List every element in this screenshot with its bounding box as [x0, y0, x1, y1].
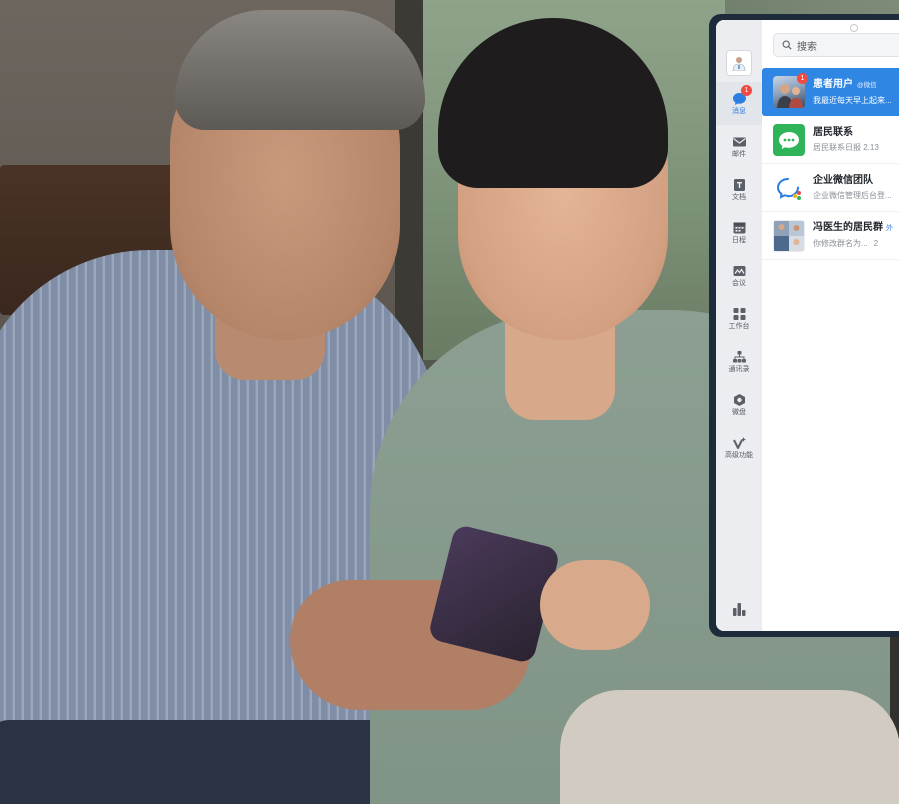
- sidebar-item-label: 邮件: [732, 150, 746, 158]
- sidebar-item-docs[interactable]: 文档: [716, 168, 762, 211]
- advanced-icon: [732, 436, 747, 450]
- conversation-title: 居民联系: [813, 126, 853, 138]
- sidebar-item-meeting[interactable]: 会议: [716, 254, 762, 297]
- wecom-app-window: 1 消息 邮件 文档 日程 会议 工作台 通讯录 微盘 高级功能 搜索 1 患者…: [716, 20, 899, 631]
- sidebar-item-contacts[interactable]: 通讯录: [716, 340, 762, 383]
- wecom-logo-icon: [776, 177, 801, 200]
- resident-contact-avatar: [773, 123, 805, 156]
- search-icon: [782, 40, 792, 50]
- search-placeholder: 搜索: [797, 41, 817, 53]
- conversation-item-wecom-team[interactable]: 企业微信团队 企业微信管理后台登...: [762, 164, 899, 212]
- conversation-title: 冯医生的居民群: [813, 222, 883, 233]
- sidebar-item-advanced[interactable]: 高级功能: [716, 426, 762, 469]
- conversation-preview: 企业微信管理后台登...: [813, 190, 892, 200]
- group-avatar: [773, 219, 805, 252]
- sidebar-item-label: 微盘: [732, 408, 746, 416]
- conversation-badge: 1: [797, 73, 808, 84]
- doctor-avatar-icon[interactable]: [726, 50, 752, 76]
- drive-icon: [732, 393, 747, 407]
- chat-icon: [779, 131, 799, 149]
- mail-icon: [732, 135, 747, 149]
- sidebar-item-label: 通讯录: [728, 365, 750, 373]
- meeting-icon: [732, 264, 747, 278]
- sidebar-item-workbench[interactable]: 工作台: [716, 297, 762, 340]
- wechat-tag: @微信: [857, 81, 877, 89]
- conversation-list: 1 患者用户 @微信 我最近每天早上起来... 居民联系 居民联系日报 2.13: [762, 68, 899, 260]
- sidebar: 1 消息 邮件 文档 日程 会议 工作台 通讯录 微盘 高级功能: [716, 20, 762, 631]
- elderly-man-hair: [175, 10, 425, 130]
- group-photo-icon: [774, 220, 804, 251]
- woman-hand: [540, 560, 650, 650]
- sidebar-item-label: 消息: [732, 107, 746, 115]
- sidebar-item-label: 工作台: [728, 322, 750, 330]
- conversation-item-patient-user[interactable]: 1 患者用户 @微信 我最近每天早上起来...: [762, 68, 899, 116]
- window-control-icon[interactable]: [850, 24, 858, 32]
- conversation-panel: 搜索 1 患者用户 @微信 我最近每天早上起来... 居民联系 居民联系日报 2…: [762, 20, 899, 631]
- sidebar-item-label: 日程: [732, 236, 746, 244]
- sidebar-item-mail[interactable]: 邮件: [716, 125, 762, 168]
- sidebar-item-drive[interactable]: 微盘: [716, 383, 762, 426]
- sidebar-item-label: 高级功能: [725, 451, 753, 459]
- conversation-item-resident-group[interactable]: 冯医生的居民群外 你修改群名为... 2: [762, 212, 899, 260]
- stats-icon[interactable]: [731, 601, 747, 617]
- wecom-team-avatar: [773, 171, 805, 204]
- search-input[interactable]: 搜索: [773, 33, 899, 57]
- external-tag: 外: [886, 225, 893, 232]
- conversation-preview: 居民联系日报 2.13: [813, 142, 879, 152]
- conversation-item-resident-contact[interactable]: 居民联系 居民联系日报 2.13: [762, 116, 899, 164]
- conversation-preview: 你修改群名为...: [813, 239, 868, 248]
- document-icon: [732, 178, 747, 192]
- patient-avatar: 1: [773, 73, 808, 108]
- workbench-icon: [732, 307, 747, 321]
- contacts-icon: [732, 350, 747, 364]
- sidebar-item-messages[interactable]: 1 消息: [716, 82, 762, 125]
- sidebar-item-label: 文档: [732, 193, 746, 201]
- conversation-preview: 我最近每天早上起来...: [813, 95, 892, 105]
- calendar-icon: [732, 221, 747, 235]
- sidebar-nav: 1 消息 邮件 文档 日程 会议 工作台 通讯录 微盘 高级功能: [716, 82, 762, 469]
- sidebar-item-calendar[interactable]: 日程: [716, 211, 762, 254]
- messages-badge: 1: [741, 85, 752, 96]
- young-woman-pants: [560, 690, 899, 804]
- conversation-title: 企业微信团队: [813, 174, 873, 186]
- sidebar-item-label: 会议: [732, 279, 746, 287]
- conversation-title: 患者用户: [813, 78, 853, 90]
- conversation-time: 2: [873, 239, 879, 248]
